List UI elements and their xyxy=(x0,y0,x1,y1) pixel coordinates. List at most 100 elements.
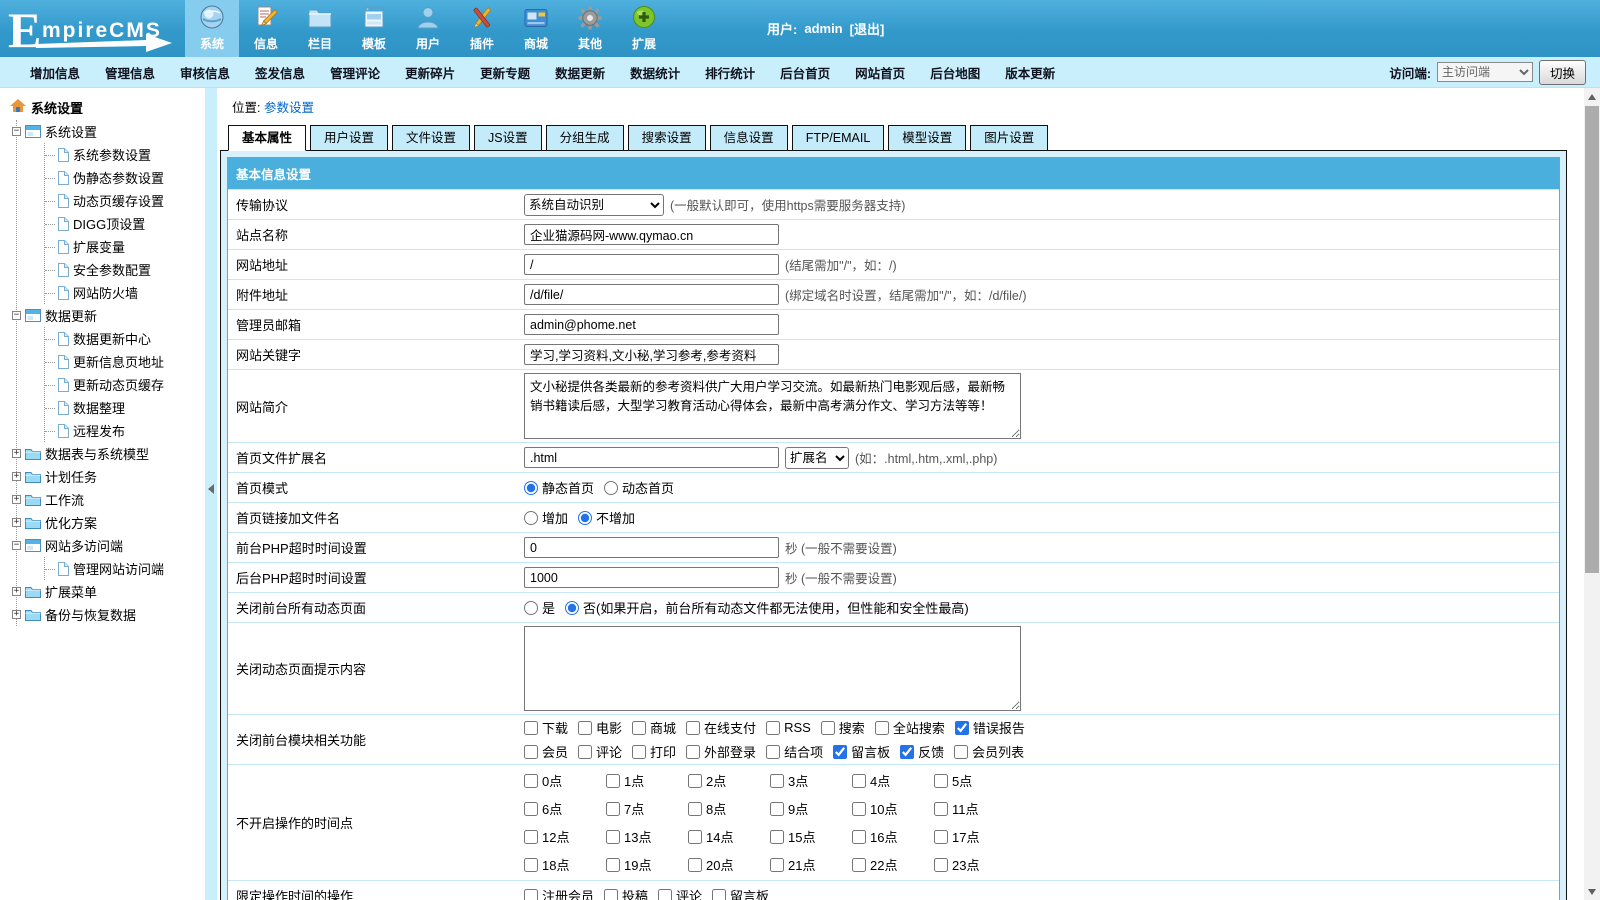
top-nav-item[interactable]: 栏目 xyxy=(293,0,347,57)
expand-toggle[interactable]: + xyxy=(12,472,21,481)
checkbox-option[interactable]: 商城 xyxy=(632,718,676,737)
radio-option[interactable]: 静态首页 xyxy=(524,478,594,497)
tree-leaf[interactable]: 网站防火墙 xyxy=(45,281,205,304)
checkbox-input[interactable] xyxy=(934,830,948,844)
menubar-item[interactable]: 审核信息 xyxy=(180,63,230,82)
scroll-down-button[interactable] xyxy=(1584,883,1600,900)
checkbox-option[interactable]: 全站搜索 xyxy=(875,718,945,737)
text-input[interactable] xyxy=(524,224,779,245)
checkbox-option[interactable]: 下载 xyxy=(524,718,568,737)
top-nav-item[interactable]: 系统 xyxy=(185,0,239,57)
checkbox-input[interactable] xyxy=(524,721,538,735)
checkbox-input[interactable] xyxy=(524,774,538,788)
tab-分组生成[interactable]: 分组生成 xyxy=(546,125,624,151)
tree-leaf[interactable]: 系统参数设置 xyxy=(45,143,205,166)
tab-基本属性[interactable]: 基本属性 xyxy=(228,125,306,151)
menubar-item[interactable]: 增加信息 xyxy=(30,63,80,82)
tree-section[interactable]: +扩展菜单 xyxy=(17,580,205,603)
checkbox-option[interactable]: 搜索 xyxy=(821,718,865,737)
checkbox-option[interactable]: 14点 xyxy=(688,827,770,846)
expand-toggle[interactable]: − xyxy=(12,127,21,136)
text-input[interactable] xyxy=(524,447,779,468)
top-nav-item[interactable]: 信息 xyxy=(239,0,293,57)
page-scrollbar[interactable] xyxy=(1584,88,1600,900)
checkbox-input[interactable] xyxy=(524,858,538,872)
sidebar-collapse-handle[interactable] xyxy=(208,484,214,494)
breadcrumb-link[interactable]: 参数设置 xyxy=(264,101,314,115)
logout-link[interactable]: [退出] xyxy=(850,19,885,38)
checkbox-option[interactable]: 会员 xyxy=(524,742,568,761)
radio-input[interactable] xyxy=(578,511,592,525)
checkbox-option[interactable]: 0点 xyxy=(524,771,606,790)
tab-文件设置[interactable]: 文件设置 xyxy=(392,125,470,151)
tab-JS设置[interactable]: JS设置 xyxy=(474,125,542,151)
tree-leaf[interactable]: 管理网站访问端 xyxy=(45,557,205,580)
checkbox-input[interactable] xyxy=(604,889,618,900)
checkbox-option[interactable]: 结合项 xyxy=(766,742,823,761)
checkbox-input[interactable] xyxy=(852,858,866,872)
menubar-item[interactable]: 后台首页 xyxy=(780,63,830,82)
tab-信息设置[interactable]: 信息设置 xyxy=(710,125,788,151)
checkbox-option[interactable]: 反馈 xyxy=(900,742,944,761)
checkbox-input[interactable] xyxy=(606,830,620,844)
menubar-item[interactable]: 更新碎片 xyxy=(405,63,455,82)
tree-section[interactable]: +优化方案 xyxy=(17,511,205,534)
checkbox-input[interactable] xyxy=(606,802,620,816)
menubar-item[interactable]: 网站首页 xyxy=(855,63,905,82)
radio-option[interactable]: 不增加 xyxy=(578,508,635,527)
checkbox-input[interactable] xyxy=(688,774,702,788)
checkbox-input[interactable] xyxy=(770,830,784,844)
checkbox-option[interactable]: 8点 xyxy=(688,799,770,818)
checkbox-input[interactable] xyxy=(712,889,726,900)
menubar-item[interactable]: 签发信息 xyxy=(255,63,305,82)
radio-option[interactable]: 是 xyxy=(524,598,555,617)
checkbox-input[interactable] xyxy=(606,774,620,788)
checkbox-input[interactable] xyxy=(770,774,784,788)
tab-模型设置[interactable]: 模型设置 xyxy=(888,125,966,151)
checkbox-option[interactable]: 1点 xyxy=(606,771,688,790)
checkbox-option[interactable]: 留言板 xyxy=(833,742,890,761)
checkbox-option[interactable]: 3点 xyxy=(770,771,852,790)
tab-搜索设置[interactable]: 搜索设置 xyxy=(628,125,706,151)
checkbox-option[interactable]: 22点 xyxy=(852,855,934,874)
checkbox-input[interactable] xyxy=(524,830,538,844)
checkbox-option[interactable]: 19点 xyxy=(606,855,688,874)
expand-toggle[interactable]: + xyxy=(12,610,21,619)
text-input[interactable] xyxy=(524,314,779,335)
scrollbar-thumb[interactable] xyxy=(1585,106,1599,573)
checkbox-input[interactable] xyxy=(833,745,847,759)
checkbox-input[interactable] xyxy=(934,774,948,788)
expand-toggle[interactable]: − xyxy=(12,311,21,320)
radio-input[interactable] xyxy=(524,601,538,615)
checkbox-input[interactable] xyxy=(658,889,672,900)
checkbox-input[interactable] xyxy=(852,774,866,788)
tab-图片设置[interactable]: 图片设置 xyxy=(970,125,1048,151)
tab-用户设置[interactable]: 用户设置 xyxy=(310,125,388,151)
tree-section[interactable]: −系统设置 xyxy=(17,120,205,143)
checkbox-input[interactable] xyxy=(578,721,592,735)
tree-section[interactable]: +备份与恢复数据 xyxy=(17,603,205,626)
radio-input[interactable] xyxy=(524,511,538,525)
text-input[interactable] xyxy=(524,344,779,365)
text-input[interactable] xyxy=(524,254,779,275)
select-input[interactable]: 系统自动识别 xyxy=(524,194,664,216)
checkbox-option[interactable]: 7点 xyxy=(606,799,688,818)
top-nav-item[interactable]: 扩展 xyxy=(617,0,671,57)
checkbox-option[interactable]: 21点 xyxy=(770,855,852,874)
textarea-input[interactable] xyxy=(524,373,1021,439)
checkbox-input[interactable] xyxy=(688,830,702,844)
checkbox-input[interactable] xyxy=(875,721,889,735)
checkbox-input[interactable] xyxy=(770,858,784,872)
checkbox-option[interactable]: 外部登录 xyxy=(686,742,756,761)
checkbox-option[interactable]: 16点 xyxy=(852,827,934,846)
expand-toggle[interactable]: − xyxy=(12,541,21,550)
tree-leaf[interactable]: 更新动态页缓存 xyxy=(45,373,205,396)
tree-leaf[interactable]: 数据更新中心 xyxy=(45,327,205,350)
select-input[interactable]: 扩展名 xyxy=(785,447,849,469)
checkbox-option[interactable]: 23点 xyxy=(934,855,1016,874)
expand-toggle[interactable]: + xyxy=(12,587,21,596)
tree-section[interactable]: −数据更新 xyxy=(17,304,205,327)
tree-leaf[interactable]: 远程发布 xyxy=(45,419,205,442)
checkbox-input[interactable] xyxy=(578,745,592,759)
menubar-item[interactable]: 管理信息 xyxy=(105,63,155,82)
